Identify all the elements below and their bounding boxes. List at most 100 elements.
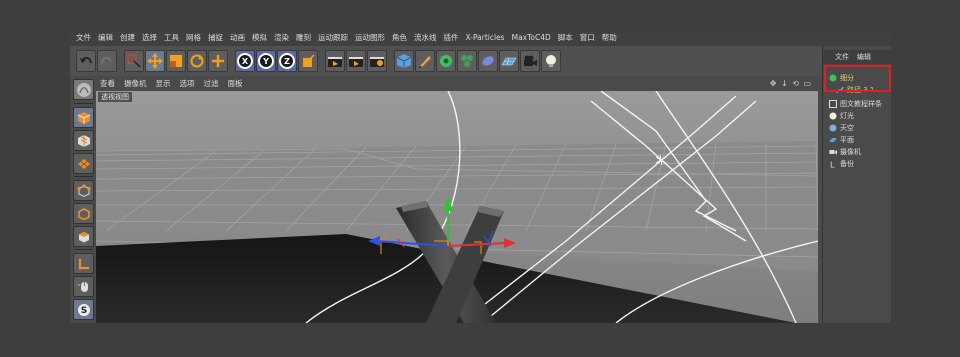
texture-cube-icon — [77, 134, 90, 147]
polygons-icon — [78, 231, 89, 242]
menu-pipeline[interactable]: 流水线 — [414, 30, 437, 46]
viewport-menu-display[interactable]: 显示 — [156, 76, 171, 91]
viewport-label: 透视视图 — [98, 92, 132, 102]
select-icon — [127, 54, 141, 68]
x-axis-label: X — [237, 53, 253, 69]
menu-plugins[interactable]: 插件 — [444, 30, 459, 46]
null-icon: L — [829, 160, 837, 169]
viewport-menu-view[interactable]: 查看 — [100, 76, 115, 91]
polygons-mode-button[interactable] — [73, 226, 94, 247]
rotate-button[interactable] — [187, 50, 207, 72]
highlight-annotation-box — [824, 65, 891, 92]
points-mode-button[interactable] — [73, 180, 94, 201]
menu-edit[interactable]: 编辑 — [98, 30, 113, 46]
menu-character[interactable]: 角色 — [392, 30, 407, 46]
tab-edit[interactable]: 编辑 — [857, 52, 871, 62]
x-axis-button[interactable]: X — [235, 50, 255, 72]
deformer-button[interactable] — [478, 50, 498, 72]
menu-sculpt[interactable]: 雕刻 — [296, 30, 311, 46]
menu-motion-tracking[interactable]: 运动跟踪 — [318, 30, 348, 46]
menu-mograph[interactable]: 运动图形 — [355, 30, 385, 46]
scale-icon — [170, 55, 182, 67]
object-row[interactable]: L 备份 — [823, 158, 891, 170]
render-picture-viewer-button[interactable] — [346, 50, 366, 72]
pen-icon — [419, 56, 431, 68]
cinema4d-logo-button[interactable] — [73, 79, 94, 100]
redo-icon — [101, 56, 112, 64]
scale-button[interactable] — [166, 50, 186, 72]
menu-script[interactable]: 脚本 — [558, 30, 573, 46]
render-view-icon — [328, 57, 342, 67]
viewport-menu-camera[interactable]: 摄像机 — [124, 76, 147, 91]
menu-tools[interactable]: 工具 — [164, 30, 179, 46]
menu-window[interactable]: 窗口 — [580, 30, 595, 46]
move-button[interactable] — [145, 50, 165, 72]
camera-icon — [524, 55, 537, 66]
axis-mode-button[interactable] — [73, 253, 94, 274]
object-name: 平面 — [840, 136, 854, 144]
viewport-nav-controls[interactable]: ✥ ↓ ⟲ ▭ — [770, 76, 812, 91]
tweak-mode-button[interactable] — [73, 276, 94, 297]
live-select-button[interactable] — [124, 50, 144, 72]
menu-snap[interactable]: 捕捉 — [208, 30, 223, 46]
object-row[interactable]: 灯光 — [823, 110, 891, 122]
edges-mode-button[interactable] — [73, 203, 94, 224]
coordinate-system-button[interactable] — [298, 50, 318, 72]
tab-file[interactable]: 文件 — [835, 52, 849, 62]
object-row[interactable]: 天空 — [823, 122, 891, 134]
separator — [74, 249, 93, 250]
light-button[interactable] — [541, 50, 561, 72]
main-menubar: 文件 编辑 创建 选择 工具 网格 捕捉 动画 模拟 渲染 雕刻 运动跟踪 运动… — [70, 30, 891, 46]
mograph-icon — [461, 55, 473, 67]
menu-create[interactable]: 创建 — [120, 30, 135, 46]
menu-mesh[interactable]: 网格 — [186, 30, 201, 46]
menu-x-particles[interactable]: X-Particles — [466, 30, 505, 46]
render-view-button[interactable] — [325, 50, 345, 72]
add-button[interactable] — [208, 50, 228, 72]
object-row[interactable]: 摄像机 — [823, 146, 891, 158]
object-row[interactable]: 图文教程样条 — [823, 98, 891, 110]
texture-mode-button[interactable] — [73, 130, 94, 151]
camera-icon — [829, 148, 837, 156]
logo-icon — [76, 82, 91, 97]
snap-button[interactable]: S — [73, 299, 94, 320]
menu-animate[interactable]: 动画 — [230, 30, 245, 46]
array-button[interactable] — [457, 50, 477, 72]
menu-file[interactable]: 文件 — [76, 30, 91, 46]
viewport-menu-options[interactable]: 选项 — [180, 76, 195, 91]
left-tool-palette: S — [70, 76, 96, 323]
coord-icon — [303, 54, 315, 67]
light-icon — [546, 55, 556, 67]
workplane-button[interactable] — [73, 153, 94, 174]
menu-render[interactable]: 渲染 — [274, 30, 289, 46]
object-row[interactable]: 平面 — [823, 134, 891, 146]
pen-button[interactable] — [415, 50, 435, 72]
y-axis-button[interactable]: Y — [256, 50, 276, 72]
subdivision-button[interactable] — [436, 50, 456, 72]
svg-text:L: L — [830, 161, 835, 169]
object-name: 天空 — [840, 124, 854, 132]
perspective-viewport[interactable]: 透视视图 — [96, 91, 818, 323]
menu-maxtoc4d[interactable]: MaxToC4D — [512, 30, 551, 46]
floor-button[interactable] — [499, 50, 519, 72]
model-mode-button[interactable] — [73, 107, 94, 128]
render-settings-button[interactable] — [367, 50, 387, 72]
objects-group — [394, 50, 562, 72]
transform-group — [124, 50, 229, 72]
viewport-menu-panel[interactable]: 面板 — [228, 76, 243, 91]
viewport-menubar: 查看 摄像机 显示 选项 过滤 面板 ✥ ↓ ⟲ ▭ — [96, 76, 818, 91]
menu-select[interactable]: 选择 — [142, 30, 157, 46]
z-axis-label: Z — [279, 53, 295, 69]
sky-icon — [829, 124, 837, 132]
axis-group: X Y Z — [235, 50, 319, 72]
cube-button[interactable] — [394, 50, 414, 72]
camera-button[interactable] — [520, 50, 540, 72]
redo-button[interactable] — [97, 50, 117, 72]
z-axis-button[interactable]: Z — [277, 50, 297, 72]
menu-simulate[interactable]: 模拟 — [252, 30, 267, 46]
viewport-menu-filter[interactable]: 过滤 — [204, 76, 219, 91]
axis-l-icon — [78, 258, 89, 269]
undo-icon — [80, 56, 92, 64]
menu-help[interactable]: 帮助 — [602, 30, 617, 46]
undo-button[interactable] — [76, 50, 96, 72]
